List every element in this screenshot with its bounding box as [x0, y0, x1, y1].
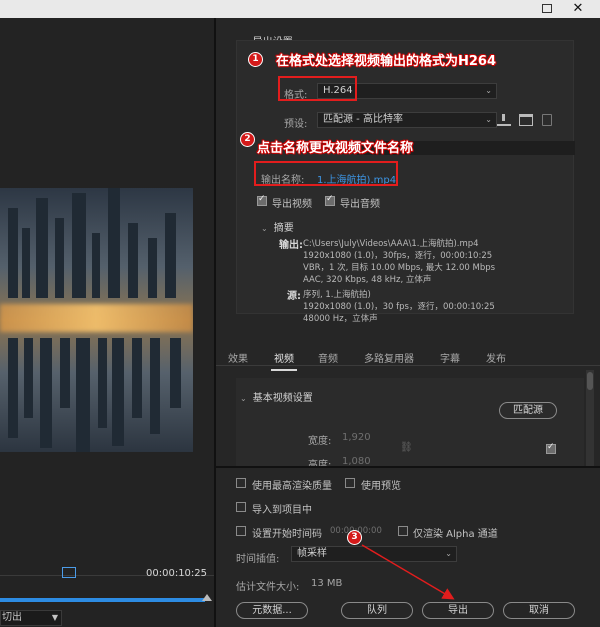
tab-effects[interactable]: 效果: [228, 350, 248, 365]
metadata-button[interactable]: 元数据...: [236, 602, 308, 619]
export-video-checkbox[interactable]: [257, 194, 267, 206]
start-timecode-checkbox[interactable]: [236, 526, 246, 536]
render-alpha-checkbox[interactable]: [398, 526, 408, 536]
width-value[interactable]: 1,920: [342, 432, 371, 443]
import-into-project-label: 导入到项目中: [252, 505, 312, 516]
use-previews-label: 使用预览: [361, 481, 401, 492]
max-render-quality-checkbox[interactable]: [236, 478, 246, 488]
settings-tabs: 效果 视频 音频 多路复用器 字幕 发布: [216, 346, 600, 371]
summary-output-line: VBR，1 次, 目标 10.00 Mbps, 最大 12.00 Mbps: [303, 263, 496, 273]
chevron-down-icon: ▼: [51, 613, 58, 622]
output-name-highlight-box: [254, 161, 398, 186]
save-preset-icon[interactable]: [497, 114, 511, 126]
link-aspect-icon[interactable]: ⛓: [400, 442, 413, 453]
preset-label: 预设:: [284, 119, 308, 130]
estimated-size-label: 估计文件大小:: [236, 582, 300, 593]
chevron-down-icon: ⌄: [485, 86, 492, 95]
export-audio-checkbox[interactable]: [325, 194, 335, 206]
step-1-badge: 1: [248, 52, 263, 67]
bottom-options-panel: 使用最高渲染质量 使用预览 导入到项目中 设置开始时间码 00:00:00:00…: [216, 466, 600, 627]
summary-source-key: 源:: [287, 291, 301, 302]
estimated-size-value: 13 MB: [311, 578, 343, 589]
maximize-icon[interactable]: [542, 4, 552, 13]
window-titlebar: ✕: [0, 0, 600, 18]
width-label: 宽度:: [308, 436, 332, 447]
time-interpolation-label: 时间插值:: [236, 554, 280, 565]
tab-publish[interactable]: 发布: [486, 350, 506, 365]
summary-source-line: 序列, 1.上海航拍): [303, 290, 371, 300]
export-audio-label: 导出音频: [340, 199, 380, 210]
export-video-label: 导出视频: [272, 199, 312, 210]
source-timecode: 00:00:10:25: [146, 568, 208, 579]
basic-video-settings: ⌄基本视频设置 匹配源 宽度: 1,920 高度: 1,080 ⛓: [236, 378, 584, 471]
close-icon[interactable]: ✕: [556, 0, 600, 18]
timeline-scrubber[interactable]: [0, 598, 205, 602]
settings-scrollbar[interactable]: [586, 370, 594, 466]
summary-output-line: AAC, 320 Kbps, 48 kHz, 立体声: [303, 275, 432, 285]
video-preview: [0, 188, 193, 452]
match-source-button[interactable]: 匹配源: [499, 402, 557, 419]
summary-output-line: C:\Users\July\Videos\AAA\1.上海航拍).mp4: [303, 239, 479, 249]
summary-source-line: 48000 Hz，立体声: [303, 314, 378, 324]
queue-button[interactable]: 队列: [341, 602, 413, 619]
use-previews-checkbox[interactable]: [345, 478, 355, 488]
start-timecode-label: 设置开始时间码: [252, 529, 322, 540]
tab-audio[interactable]: 音频: [318, 350, 338, 365]
playhead-icon[interactable]: [202, 594, 212, 601]
match-source-checkbox[interactable]: [546, 442, 556, 454]
chevron-down-icon: ⌄: [240, 394, 247, 403]
basic-video-header[interactable]: ⌄ 基本视频设置: [240, 389, 313, 404]
cancel-button[interactable]: 取消: [503, 602, 575, 619]
export-button[interactable]: 导出: [422, 602, 494, 619]
import-into-project-checkbox[interactable]: [236, 502, 246, 512]
step-2-annotation: 点击名称更改视频文件名称: [257, 141, 414, 156]
export-frame-icon[interactable]: [62, 567, 76, 578]
format-highlight-box: [278, 76, 357, 101]
time-interpolation-dropdown[interactable]: 帧采样 ⌄: [291, 546, 457, 562]
step-3-badge: 3: [347, 530, 362, 545]
chevron-down-icon: ⌄: [261, 224, 268, 233]
preset-dropdown[interactable]: 匹配源 - 高比特率 ⌄: [317, 112, 497, 128]
tab-captions[interactable]: 字幕: [440, 350, 460, 365]
source-range-select[interactable]: 切出 ▼: [0, 610, 62, 626]
source-preview-panel: 00:00:10:25 切出 ▼: [0, 18, 214, 627]
chevron-down-icon: ⌄: [445, 549, 452, 558]
summary-source-line: 1920x1080 (1.0)，30 fps，逐行，00:00:10:25: [303, 302, 495, 312]
tab-video[interactable]: 视频: [271, 350, 297, 371]
render-alpha-label: 仅渲染 Alpha 通道: [413, 529, 498, 540]
summary-output-line: 1920x1080 (1.0)，30fps，逐行，00:00:10:25: [303, 251, 493, 261]
tab-multiplexer[interactable]: 多路复用器: [364, 350, 414, 365]
max-render-quality-label: 使用最高渲染质量: [252, 481, 332, 492]
delete-preset-icon[interactable]: [542, 114, 552, 126]
summary-output-key: 输出:: [279, 240, 303, 251]
summary-header[interactable]: ⌄ 摘要: [261, 219, 294, 234]
export-settings-panel: ⌄导出设置 格式: H.264 ⌄ 预设: 匹配源 - 高比特率 ⌄ 输出名称:…: [216, 18, 600, 627]
step-2-badge: 2: [240, 132, 255, 147]
scroll-thumb[interactable]: [587, 372, 593, 390]
import-preset-icon[interactable]: [519, 114, 533, 126]
step-1-annotation: 在格式处选择视频输出的格式为H264: [276, 54, 497, 69]
chevron-down-icon: ⌄: [485, 115, 492, 124]
